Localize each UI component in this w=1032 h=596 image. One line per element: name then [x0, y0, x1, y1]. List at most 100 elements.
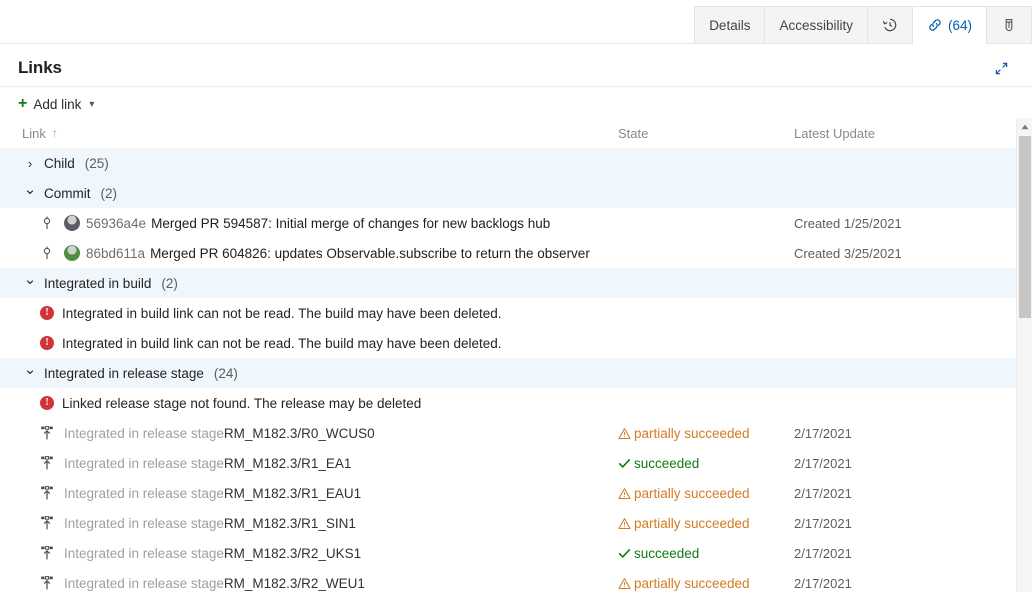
group-count: (2)	[161, 276, 178, 291]
latest-update-cell: 2/17/2021	[794, 486, 1032, 501]
table-row[interactable]: 86bd611a Merged PR 604826: updates Observ…	[0, 238, 1032, 268]
expand-diagonal-icon[interactable]	[988, 55, 1014, 81]
table-row[interactable]: Integrated in release stage RM_M182.3/R2…	[0, 538, 1032, 568]
attachment-icon	[1001, 17, 1017, 33]
release-stage-name[interactable]: RM_M182.3/R1_SIN1	[224, 516, 356, 531]
table-row[interactable]: Integrated in release stage RM_M182.3/R2…	[0, 568, 1032, 593]
commit-hash[interactable]: 56936a4e	[86, 216, 146, 231]
vertical-scrollbar[interactable]	[1016, 118, 1032, 592]
chevron-down-icon[interactable]: ⌄	[22, 366, 38, 374]
status-badge: succeeded	[634, 456, 699, 471]
latest-update-cell: 2/17/2021	[794, 546, 1032, 561]
state-cell: partially succeeded	[618, 486, 794, 501]
release-stage-prefix: Integrated in release stage	[64, 516, 224, 531]
tab-links-active[interactable]: (64)	[912, 6, 987, 43]
chevron-down-icon: ▾	[89, 99, 94, 110]
tab-bar: Details Accessibility (64)	[0, 0, 1032, 44]
table-row[interactable]: Integrated in release stage RM_M182.3/R1…	[0, 508, 1032, 538]
error-icon: !	[40, 396, 54, 410]
tab-label: Details	[709, 18, 750, 33]
link-group-header[interactable]: ⌄ Integrated in release stage (24)	[0, 358, 1032, 388]
group-label: Integrated in release stage	[44, 366, 204, 381]
chevron-down-icon[interactable]: ⌄	[22, 276, 38, 284]
release-stage-icon	[40, 455, 64, 471]
latest-update-cell: Created 3/25/2021	[794, 246, 1032, 261]
release-stage-prefix: Integrated in release stage	[64, 486, 224, 501]
link-error-text: Linked release stage not found. The rele…	[62, 396, 421, 411]
add-link-button[interactable]: + Add link ▾	[18, 96, 94, 112]
table-row[interactable]: 56936a4e Merged PR 594587: Initial merge …	[0, 208, 1032, 238]
table-row[interactable]: Integrated in release stage RM_M182.3/R1…	[0, 448, 1032, 478]
release-stage-icon	[40, 545, 64, 561]
group-count: (25)	[85, 156, 109, 171]
check-icon	[618, 457, 631, 470]
group-count: (24)	[214, 366, 238, 381]
commit-message[interactable]: Merged PR 604826: updates Observable.sub…	[150, 246, 590, 261]
link-group-header[interactable]: ⌄ Commit (2)	[0, 178, 1032, 208]
link-group-header[interactable]: › Child (25)	[0, 148, 1032, 178]
warning-triangle-icon	[618, 577, 631, 590]
tab-label: (64)	[948, 18, 972, 33]
commit-hash[interactable]: 86bd611a	[86, 246, 145, 261]
status-badge: partially succeeded	[634, 516, 750, 531]
tab-accessibility[interactable]: Accessibility	[764, 6, 868, 43]
release-stage-prefix: Integrated in release stage	[64, 546, 224, 561]
commit-icon	[40, 215, 64, 231]
table-row[interactable]: !Integrated in build link can not be rea…	[0, 328, 1032, 358]
tab-details[interactable]: Details	[694, 6, 765, 43]
release-stage-name[interactable]: RM_M182.3/R2_UKS1	[224, 546, 361, 561]
latest-update-cell: 2/17/2021	[794, 576, 1032, 591]
scrollbar-thumb[interactable]	[1019, 136, 1031, 318]
warning-triangle-icon	[618, 427, 631, 440]
warning-triangle-icon	[618, 517, 631, 530]
tab-attachment-icon[interactable]	[986, 6, 1032, 43]
column-header-state[interactable]: State	[618, 126, 794, 141]
avatar	[64, 215, 80, 231]
avatar	[64, 245, 80, 261]
group-count: (2)	[101, 186, 118, 201]
table-row[interactable]: Integrated in release stage RM_M182.3/R0…	[0, 418, 1032, 448]
link-group-header[interactable]: ⌄Integrated in build(2)	[0, 268, 1032, 298]
chevron-right-icon[interactable]: ›	[22, 156, 38, 171]
add-link-label: Add link	[33, 97, 81, 112]
commit-icon	[40, 245, 64, 261]
error-icon: !	[40, 336, 54, 350]
links-grid: Link ↑ State Latest Update › Child (25) ⌄ Co…	[0, 118, 1032, 592]
release-stage-icon	[40, 485, 64, 501]
column-header-link[interactable]: Link ↑	[22, 126, 618, 141]
column-header-link-label: Link	[22, 126, 46, 141]
links-row-list: › Child (25) ⌄ Commit (2) 56936a4e Merged PR 59…	[0, 148, 1032, 593]
latest-update-cell: 2/17/2021	[794, 516, 1032, 531]
release-stage-name[interactable]: RM_M182.3/R1_EAU1	[224, 486, 361, 501]
table-row[interactable]: ! Linked release stage not found. The rel…	[0, 388, 1032, 418]
release-stage-name[interactable]: RM_M182.3/R1_EA1	[224, 456, 352, 471]
commit-message[interactable]: Merged PR 594587: Initial merge of chang…	[151, 216, 550, 231]
group-label: Child	[44, 156, 75, 171]
state-cell: succeeded	[618, 456, 794, 471]
release-stage-prefix: Integrated in release stage	[64, 426, 224, 441]
release-stage-name[interactable]: RM_M182.3/R0_WCUS0	[224, 426, 375, 441]
links-header: Links	[0, 44, 1032, 87]
chevron-down-icon[interactable]: ⌄	[22, 186, 38, 194]
column-header-latest-update[interactable]: Latest Update	[794, 126, 1032, 141]
table-row[interactable]: !Integrated in build link can not be rea…	[0, 298, 1032, 328]
triangle-up-icon[interactable]	[1017, 118, 1032, 135]
group-label: Commit	[44, 186, 91, 201]
release-stage-name[interactable]: RM_M182.3/R2_WEU1	[224, 576, 365, 591]
release-stage-prefix: Integrated in release stage	[64, 456, 224, 471]
latest-update-cell: 2/17/2021	[794, 456, 1032, 471]
link-error-text: Integrated in build link can not be read…	[62, 306, 502, 321]
table-row[interactable]: Integrated in release stage RM_M182.3/R1…	[0, 478, 1032, 508]
plus-icon: +	[18, 96, 27, 112]
link-icon	[927, 17, 943, 33]
history-icon	[882, 17, 898, 33]
tab-history-icon[interactable]	[867, 6, 913, 43]
status-badge: partially succeeded	[634, 426, 750, 441]
status-badge: succeeded	[634, 546, 699, 561]
status-badge: partially succeeded	[634, 576, 750, 591]
state-cell: partially succeeded	[618, 576, 794, 591]
release-stage-icon	[40, 425, 64, 441]
status-badge: partially succeeded	[634, 486, 750, 501]
check-icon	[618, 547, 631, 560]
latest-update-cell: Created 1/25/2021	[794, 216, 1032, 231]
